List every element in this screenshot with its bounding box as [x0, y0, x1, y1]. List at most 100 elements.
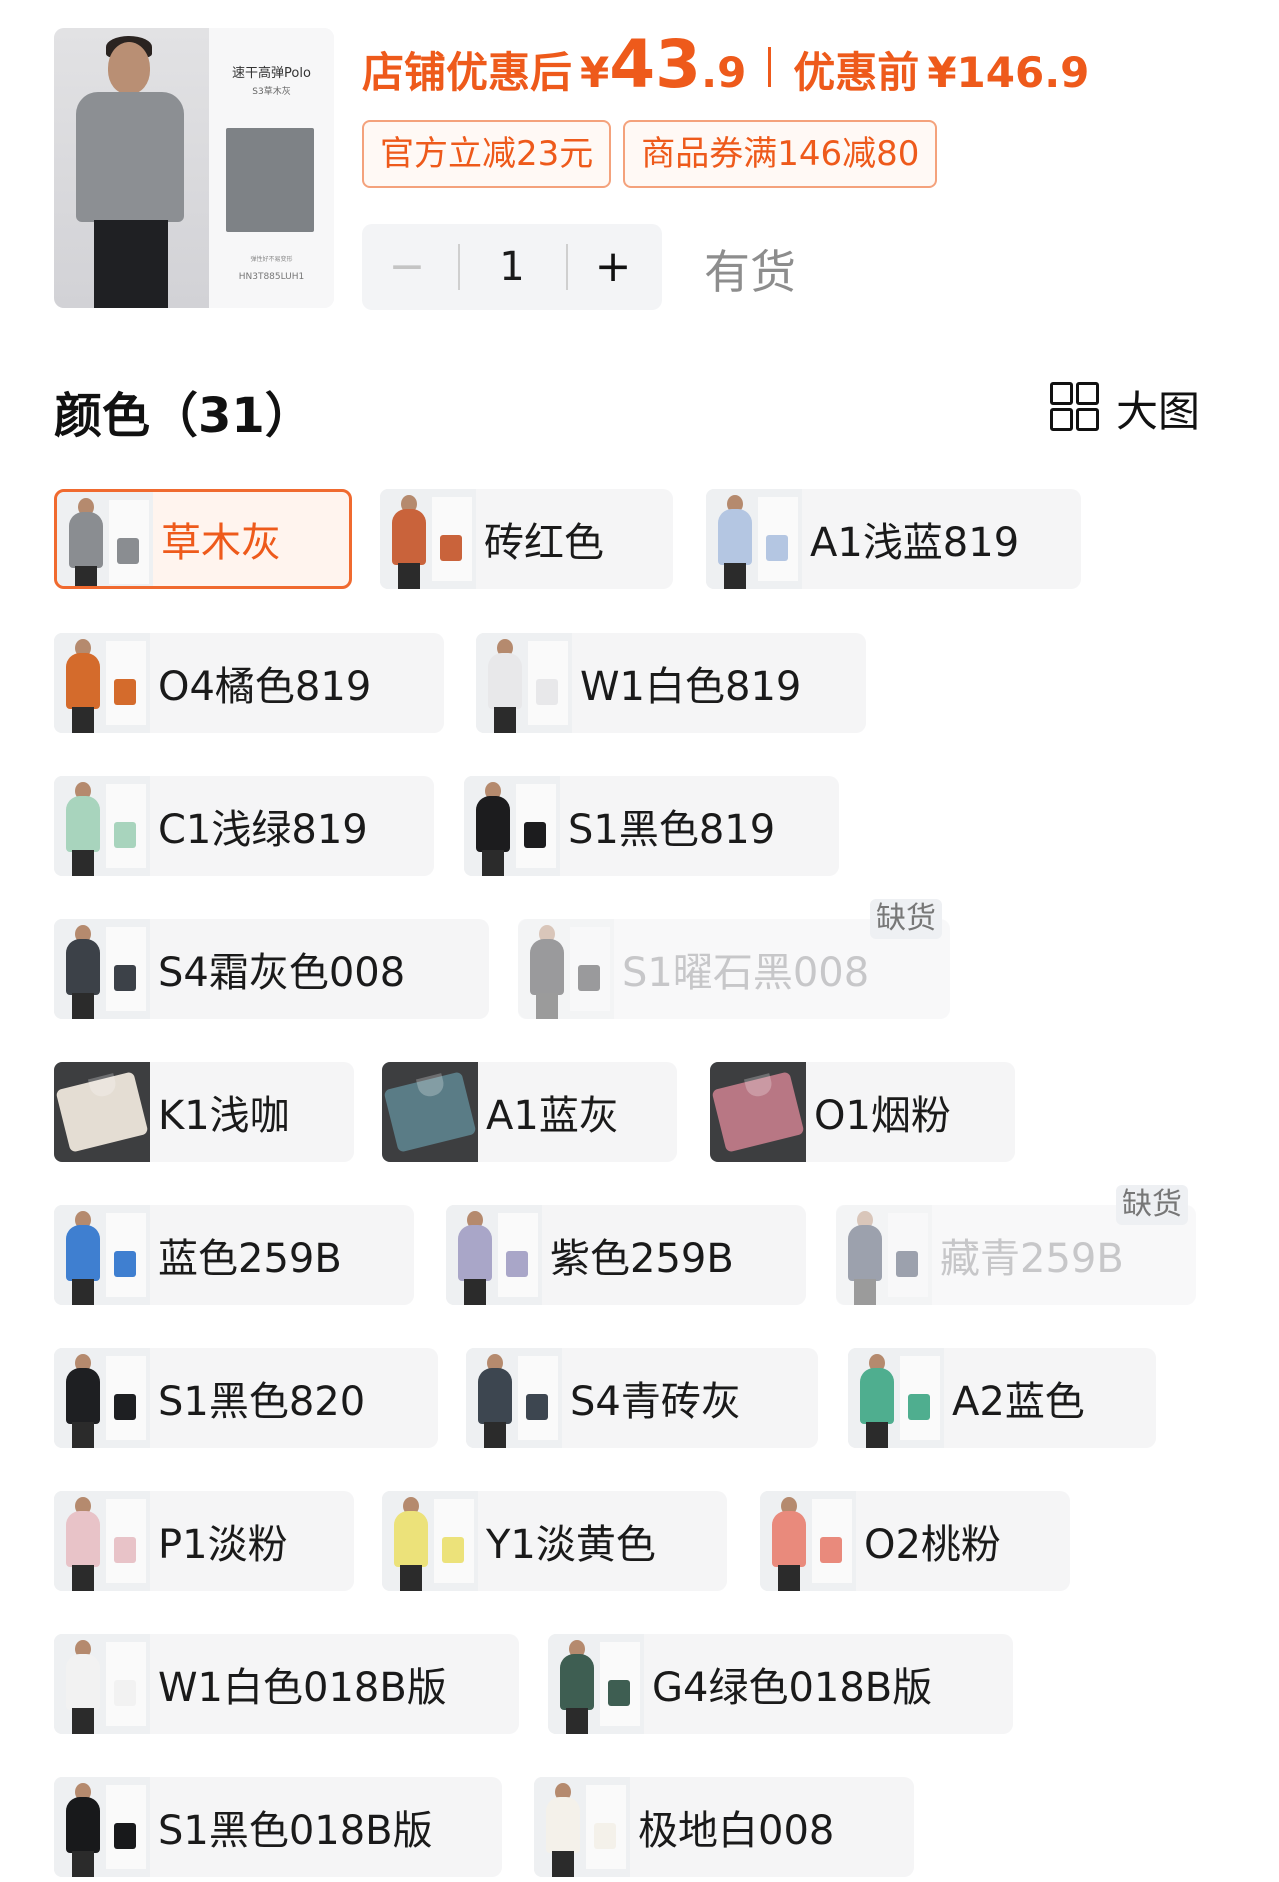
stock-status: 有货	[704, 245, 796, 299]
color-option-label: K1浅咖	[158, 1093, 290, 1139]
color-option-label: 藏青259B	[940, 1236, 1124, 1282]
card-title: 速干高弹Polo	[232, 66, 311, 81]
color-option: 藏青259B 缺货	[836, 1185, 1196, 1305]
color-option[interactable]: O1烟粉	[710, 1062, 1015, 1162]
color-option-label: O1烟粉	[814, 1093, 951, 1139]
color-thumbnail	[466, 1348, 562, 1448]
color-option-label: G4绿色018B版	[652, 1665, 933, 1711]
card-subtitle: S3草木灰	[252, 87, 291, 97]
color-option[interactable]: W1白色819	[476, 633, 866, 733]
price-integer: 43	[609, 26, 702, 103]
color-thumbnail	[382, 1062, 478, 1162]
out-of-stock-badge: 缺货	[870, 899, 942, 939]
color-thumbnail	[548, 1634, 644, 1734]
color-thumbnail	[54, 1777, 150, 1877]
color-thumbnail	[518, 919, 614, 1019]
color-thumbnail	[54, 1062, 150, 1162]
color-option-label: S4霜灰色008	[158, 950, 406, 996]
color-option-label: S1黑色018B版	[158, 1808, 433, 1854]
card-note: 弹性好不易变形	[250, 256, 293, 263]
increment-button[interactable]: +	[568, 224, 658, 310]
color-thumbnail	[54, 776, 150, 876]
color-option-label: A2蓝色	[952, 1379, 1085, 1425]
color-thumbnail	[534, 1777, 630, 1877]
grid-view-icon	[1050, 382, 1099, 431]
model-photo	[54, 28, 209, 308]
color-option-label: 极地白008	[638, 1808, 835, 1854]
price-line: 店铺优惠后 ¥43.9 优惠前 ¥146.9	[362, 26, 1089, 106]
original-price-label: 优惠前	[793, 48, 920, 97]
color-option[interactable]: A1浅蓝819	[706, 489, 1081, 589]
original-price: ¥146.9	[927, 48, 1090, 97]
color-section-title: 颜色（31）	[54, 388, 313, 444]
color-thumbnail	[54, 633, 150, 733]
promo-tags: 官方立减23元 商品券满146减80	[362, 120, 949, 188]
color-option[interactable]: K1浅咖	[54, 1062, 354, 1162]
out-of-stock-badge: 缺货	[1116, 1185, 1188, 1225]
color-option[interactable]: P1淡粉	[54, 1491, 354, 1591]
color-thumbnail	[54, 1491, 150, 1591]
promo-tag-coupon[interactable]: 商品券满146减80	[623, 120, 938, 188]
color-option[interactable]: O2桃粉	[760, 1491, 1070, 1591]
color-option-label: C1浅绿819	[158, 807, 368, 853]
color-thumbnail	[380, 489, 476, 589]
color-option[interactable]: S1黑色018B版	[54, 1777, 502, 1877]
color-option-label: O2桃粉	[864, 1522, 1001, 1568]
product-thumbnail[interactable]: 速干高弹Polo S3草木灰 弹性好不易变形 HN3T885LUH1	[54, 28, 334, 308]
stepper-divider	[458, 244, 460, 290]
color-option[interactable]: 紫色259B	[446, 1205, 806, 1305]
color-thumbnail	[57, 492, 153, 586]
color-option-label: O4橘色819	[158, 664, 372, 710]
color-thumbnail	[476, 633, 572, 733]
color-thumbnail	[382, 1491, 478, 1591]
quantity-value[interactable]: 1	[462, 224, 562, 310]
color-option: S1曜石黑008 缺货	[518, 899, 950, 1019]
color-option-label: S1黑色820	[158, 1379, 366, 1425]
promo-tag-official-discount[interactable]: 官方立减23元	[362, 120, 612, 188]
discount-price-label: 店铺优惠后	[362, 48, 573, 97]
color-option-label: P1淡粉	[158, 1522, 288, 1568]
color-option[interactable]: 砖红色	[380, 489, 673, 589]
color-thumbnail	[836, 1205, 932, 1305]
color-option[interactable]: 蓝色259B	[54, 1205, 414, 1305]
color-option[interactable]: A1蓝灰	[382, 1062, 677, 1162]
color-option[interactable]: S1黑色819	[464, 776, 839, 876]
color-option-label: Y1淡黄色	[486, 1522, 656, 1568]
color-option-label: W1白色018B版	[158, 1665, 447, 1711]
large-image-label: 大图	[1116, 387, 1201, 436]
color-thumbnail	[54, 1634, 150, 1734]
quantity-stepper: − 1 +	[362, 224, 662, 310]
color-option[interactable]: W1白色018B版	[54, 1634, 519, 1734]
price-decimal: .9	[701, 48, 747, 97]
color-thumbnail	[54, 919, 150, 1019]
price-divider	[768, 47, 772, 87]
color-thumbnail	[848, 1348, 944, 1448]
color-thumbnail	[710, 1062, 806, 1162]
color-option-label: S1曜石黑008	[622, 950, 870, 996]
color-option-label: 蓝色259B	[158, 1236, 342, 1282]
color-thumbnail	[54, 1205, 150, 1305]
color-option[interactable]: 极地白008	[534, 1777, 914, 1877]
card-code: HN3T885LUH1	[238, 272, 305, 282]
color-thumbnail	[706, 489, 802, 589]
color-option-label: S1黑色819	[568, 807, 776, 853]
color-option[interactable]: A2蓝色	[848, 1348, 1156, 1448]
currency-symbol: ¥	[580, 48, 610, 97]
color-thumbnail	[446, 1205, 542, 1305]
color-option-label: S4青砖灰	[570, 1379, 741, 1425]
color-option-label: A1蓝灰	[486, 1093, 619, 1139]
color-option-label: 砖红色	[484, 520, 604, 566]
color-thumbnail	[464, 776, 560, 876]
color-option[interactable]: S4青砖灰	[466, 1348, 818, 1448]
color-option[interactable]: C1浅绿819	[54, 776, 434, 876]
decrement-button[interactable]: −	[362, 224, 452, 310]
color-option-label: W1白色819	[580, 664, 802, 710]
color-thumbnail	[54, 1348, 150, 1448]
color-option[interactable]: G4绿色018B版	[548, 1634, 1013, 1734]
color-option[interactable]: S1黑色820	[54, 1348, 438, 1448]
fabric-closeup-image	[226, 128, 314, 232]
color-option[interactable]: 草木灰	[54, 489, 352, 589]
color-option[interactable]: S4霜灰色008	[54, 919, 489, 1019]
color-option[interactable]: Y1淡黄色	[382, 1491, 727, 1591]
color-option[interactable]: O4橘色819	[54, 633, 444, 733]
